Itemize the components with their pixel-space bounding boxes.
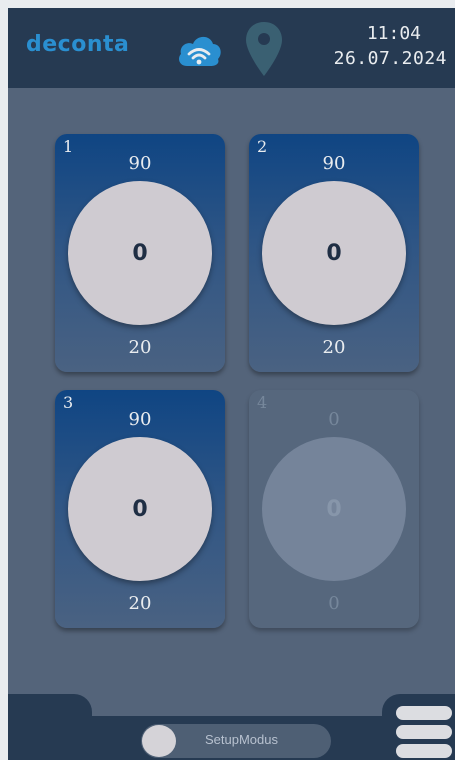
channel-tile-4-disabled: 4 0 0 0	[249, 390, 419, 628]
toggle-label: SetupModus	[205, 732, 278, 747]
menu-line	[396, 744, 452, 758]
location-pin-icon[interactable]	[244, 20, 284, 78]
gauge-dial[interactable]: 0	[68, 437, 212, 581]
tile-upper-limit: 90	[128, 409, 152, 430]
gauge-dial[interactable]: 0	[68, 181, 212, 325]
tile-upper-limit: 0	[328, 409, 340, 430]
tile-lower-limit: 0	[328, 593, 340, 614]
tile-upper-limit: 90	[128, 153, 152, 174]
gauge-value: 0	[132, 240, 148, 266]
tile-lower-limit: 20	[128, 593, 152, 614]
channel-tile-3[interactable]: 3 90 0 20	[55, 390, 225, 628]
cloud-wifi-icon[interactable]	[175, 30, 223, 70]
hamburger-menu-icon[interactable]	[396, 702, 452, 760]
tile-lower-limit: 20	[128, 337, 152, 358]
tile-upper-limit: 90	[322, 153, 346, 174]
toggle-knob[interactable]	[142, 725, 176, 757]
gauge-value: 0	[326, 240, 342, 266]
menu-line	[396, 706, 452, 720]
clock: 11:04 26.07.2024	[334, 22, 447, 72]
screen: deconta 11:04 26.07.2024 1 90 0 20 2 90 …	[8, 8, 455, 760]
header-bar: deconta 11:04 26.07.2024	[8, 8, 455, 88]
gauge-value: 0	[326, 496, 342, 522]
tile-lower-limit: 20	[322, 337, 346, 358]
gauge-value: 0	[132, 496, 148, 522]
gauge-dial: 0	[262, 437, 406, 581]
setup-mode-toggle[interactable]: SetupModus	[141, 724, 331, 758]
brand-logo: deconta	[26, 32, 130, 57]
clock-date: 26.07.2024	[333, 48, 447, 69]
menu-line	[396, 725, 452, 739]
clock-time: 11:04	[366, 23, 421, 44]
channel-tile-2[interactable]: 2 90 0 20	[249, 134, 419, 372]
gauge-dial[interactable]: 0	[262, 181, 406, 325]
channel-tile-1[interactable]: 1 90 0 20	[55, 134, 225, 372]
